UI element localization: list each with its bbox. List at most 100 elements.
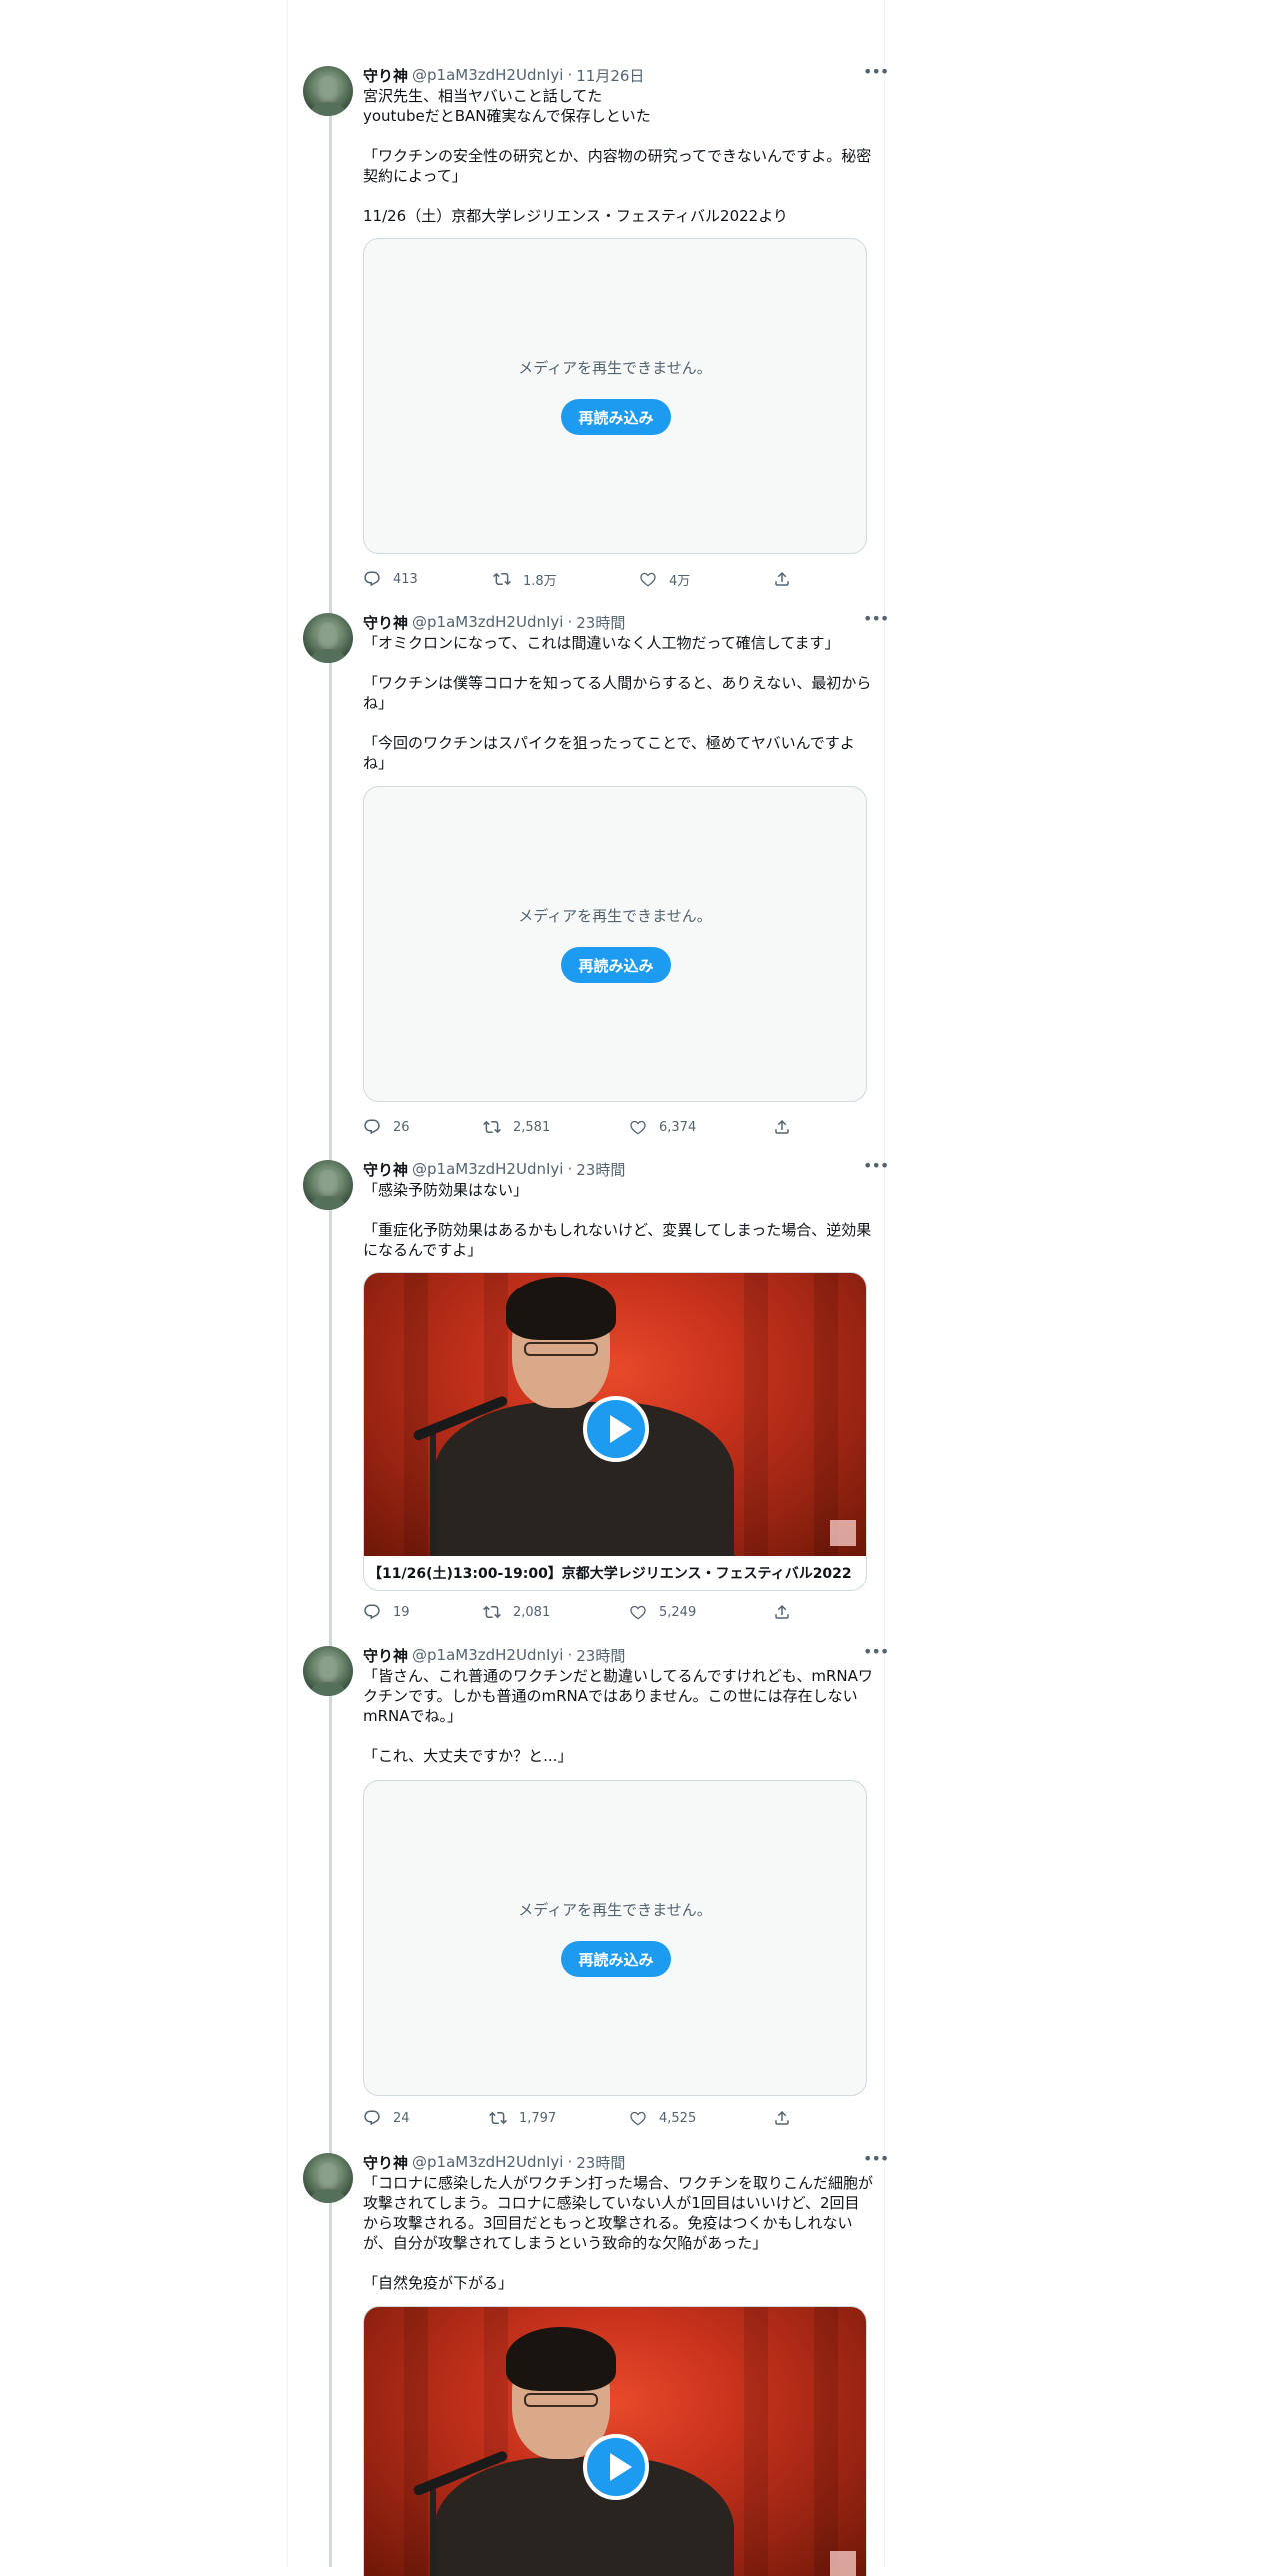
media-error-message: メディアを再生できません。	[518, 359, 712, 377]
speaker-hair	[506, 2327, 616, 2391]
like-button[interactable]: 6,374	[629, 1116, 696, 1138]
reply-icon	[364, 2110, 380, 2126]
more-icon[interactable]: •••	[863, 2151, 889, 2173]
like-button[interactable]: 4万	[639, 568, 690, 590]
reload-button[interactable]: 再読み込み	[561, 1941, 671, 1977]
separator-dot: ·	[567, 1160, 573, 1178]
heart-icon	[630, 2111, 646, 2126]
reply-icon	[364, 1604, 380, 1620]
retweet-button[interactable]: 2,081	[483, 1601, 550, 1623]
user-handle[interactable]: @p1aM3zdH2UdnIyi	[412, 2153, 563, 2171]
curtain-fold	[404, 1273, 428, 1556]
curtain-fold	[404, 2307, 428, 2576]
tweet-text: 「皆さん、これ普通のワクチンだと勘違いしてるんですけれども、mRNAワクチンです…	[363, 1667, 873, 1765]
media-error-message: メディアを再生できません。	[518, 1901, 712, 1919]
video-card[interactable]	[363, 2306, 867, 2576]
reply-button[interactable]: 413	[363, 568, 418, 590]
more-icon[interactable]: •••	[863, 611, 889, 633]
timestamp[interactable]: 23時間	[576, 1645, 625, 1666]
reply-count: 24	[393, 2110, 410, 2126]
retweet-button[interactable]: 1.8万	[493, 568, 557, 590]
heart-icon	[640, 572, 656, 587]
video-thumbnail[interactable]	[364, 2307, 866, 2576]
heart-icon	[630, 1605, 646, 1620]
play-icon[interactable]	[583, 2434, 649, 2500]
curtain-fold	[814, 1273, 838, 1556]
reply-button[interactable]: 26	[363, 1116, 410, 1138]
avatar[interactable]	[303, 613, 353, 663]
display-name[interactable]: 守り神	[363, 1159, 408, 1180]
tweet-text: 「感染予防効果はない」 「重症化予防効果はあるかもしれないけど、変異してしまった…	[363, 1181, 872, 1259]
display-name[interactable]: 守り神	[363, 1645, 408, 1666]
retweet-count: 2,581	[513, 1119, 551, 1135]
timestamp[interactable]: 11月26日	[576, 65, 644, 86]
watermark-badge	[830, 2551, 856, 2576]
reply-icon	[364, 571, 380, 587]
separator-dot: ·	[567, 2153, 573, 2171]
play-icon[interactable]	[583, 1396, 649, 1462]
avatar[interactable]	[303, 66, 353, 116]
display-name[interactable]: 守り神	[363, 612, 408, 633]
heart-icon	[630, 1120, 646, 1135]
avatar[interactable]	[303, 2153, 353, 2203]
reply-count: 19	[393, 1604, 410, 1620]
retweet-icon	[489, 2111, 507, 2125]
like-button[interactable]: 5,249	[629, 1601, 696, 1623]
microphone-stand	[430, 2487, 436, 2576]
retweet-count: 1,797	[519, 2110, 557, 2126]
microphone-stand	[430, 1432, 436, 1556]
reply-count: 26	[393, 1119, 410, 1135]
retweet-count: 2,081	[513, 1604, 551, 1620]
video-card[interactable]: 【11/26(土)13:00-19:00】京都大学レジリエンス・フェスティバル2…	[363, 1272, 867, 1591]
like-count: 5,249	[659, 1604, 697, 1620]
retweet-button[interactable]: 2,581	[483, 1116, 550, 1138]
avatar[interactable]	[303, 1160, 353, 1210]
video-caption[interactable]: 【11/26(土)13:00-19:00】京都大学レジリエンス・フェスティバル2…	[364, 1556, 866, 1590]
like-count: 4,525	[659, 2110, 697, 2126]
share-icon	[775, 2110, 789, 2125]
share-icon	[775, 1604, 789, 1619]
share-button[interactable]	[773, 1601, 791, 1623]
like-button[interactable]: 4,525	[629, 2107, 696, 2129]
tweet-header: 守り神 @p1aM3zdH2UdnIyi · 23時間	[363, 2151, 869, 2173]
timestamp[interactable]: 23時間	[576, 612, 625, 633]
timestamp[interactable]: 23時間	[576, 1159, 625, 1180]
avatar[interactable]	[303, 1646, 353, 1696]
reload-button[interactable]: 再読み込み	[561, 399, 671, 435]
media-error-panel: メディアを再生できません。 再読み込み	[363, 238, 867, 554]
more-icon[interactable]: •••	[863, 1644, 889, 1666]
share-button[interactable]	[773, 1116, 791, 1138]
media-error-panel: メディアを再生できません。 再読み込み	[363, 1780, 867, 2096]
media-error-message: メディアを再生できません。	[518, 907, 712, 925]
timestamp[interactable]: 23時間	[576, 2152, 625, 2173]
video-thumbnail[interactable]	[364, 1273, 866, 1556]
tweet-actions: 413 1.8万 4万	[363, 568, 793, 590]
reply-button[interactable]: 24	[363, 2107, 410, 2129]
share-icon	[775, 571, 789, 586]
tweet-actions: 26 2,581 6,374	[363, 1116, 793, 1138]
retweet-icon	[483, 1605, 501, 1619]
more-icon[interactable]: •••	[863, 1158, 889, 1180]
tweet-actions: 19 2,081 5,249	[363, 1601, 793, 1623]
curtain-fold	[744, 1273, 768, 1556]
share-button[interactable]	[773, 2107, 791, 2129]
user-handle[interactable]: @p1aM3zdH2UdnIyi	[412, 66, 563, 84]
reply-button[interactable]: 19	[363, 1601, 410, 1623]
tweet-header: 守り神 @p1aM3zdH2UdnIyi · 23時間	[363, 1644, 869, 1666]
reload-button[interactable]: 再読み込み	[561, 947, 671, 983]
tweet-text: 宮沢先生、相当ヤバいこと話してた youtubeだとBAN確実なんで保存しといた…	[363, 87, 872, 225]
display-name[interactable]: 守り神	[363, 65, 408, 86]
retweet-icon	[483, 1120, 501, 1134]
user-handle[interactable]: @p1aM3zdH2UdnIyi	[412, 1160, 563, 1178]
user-handle[interactable]: @p1aM3zdH2UdnIyi	[412, 613, 563, 631]
tweet-text: 「コロナに感染した人がワクチン打った場合、ワクチンを取りこんだ細胞が攻撃されてし…	[363, 2174, 874, 2292]
retweet-button[interactable]: 1,797	[489, 2107, 556, 2129]
display-name[interactable]: 守り神	[363, 2152, 408, 2173]
share-button[interactable]	[773, 568, 791, 590]
more-icon[interactable]: •••	[863, 64, 889, 86]
separator-dot: ·	[567, 1646, 573, 1664]
like-count: 6,374	[659, 1119, 697, 1135]
separator-dot: ·	[567, 613, 573, 631]
user-handle[interactable]: @p1aM3zdH2UdnIyi	[412, 1646, 563, 1664]
share-icon	[775, 1119, 789, 1134]
